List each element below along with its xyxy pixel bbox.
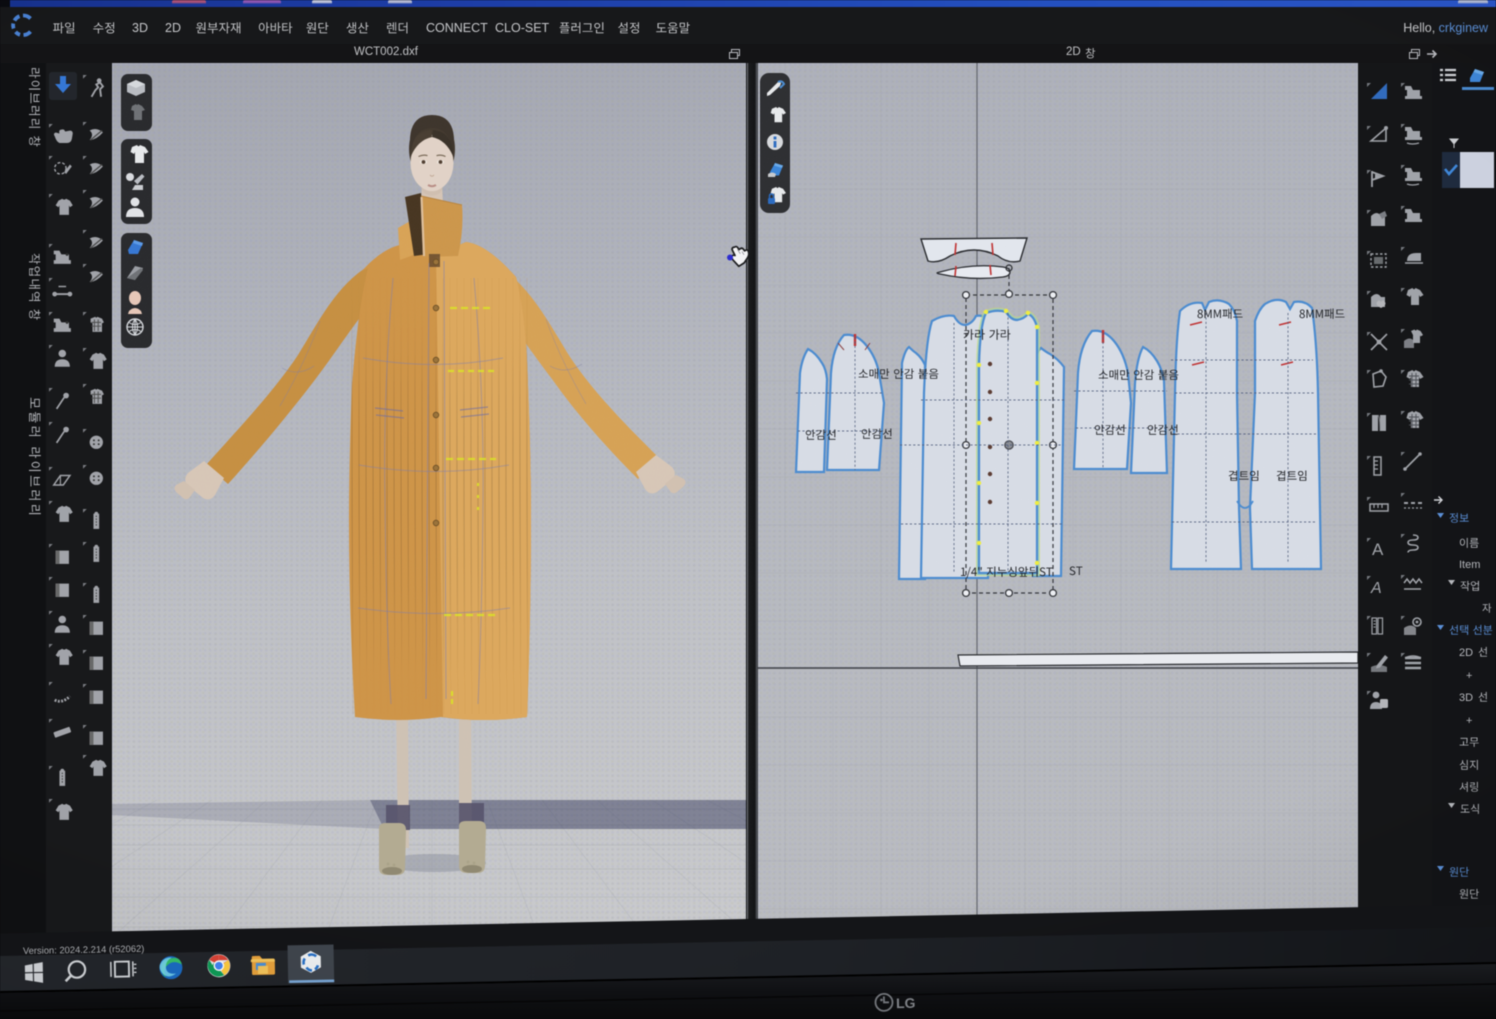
svg-text:Version: 2024.2.214 (r52062): Version: 2024.2.214 (r52062)	[23, 943, 145, 956]
svg-text:LG: LG	[896, 995, 916, 1011]
